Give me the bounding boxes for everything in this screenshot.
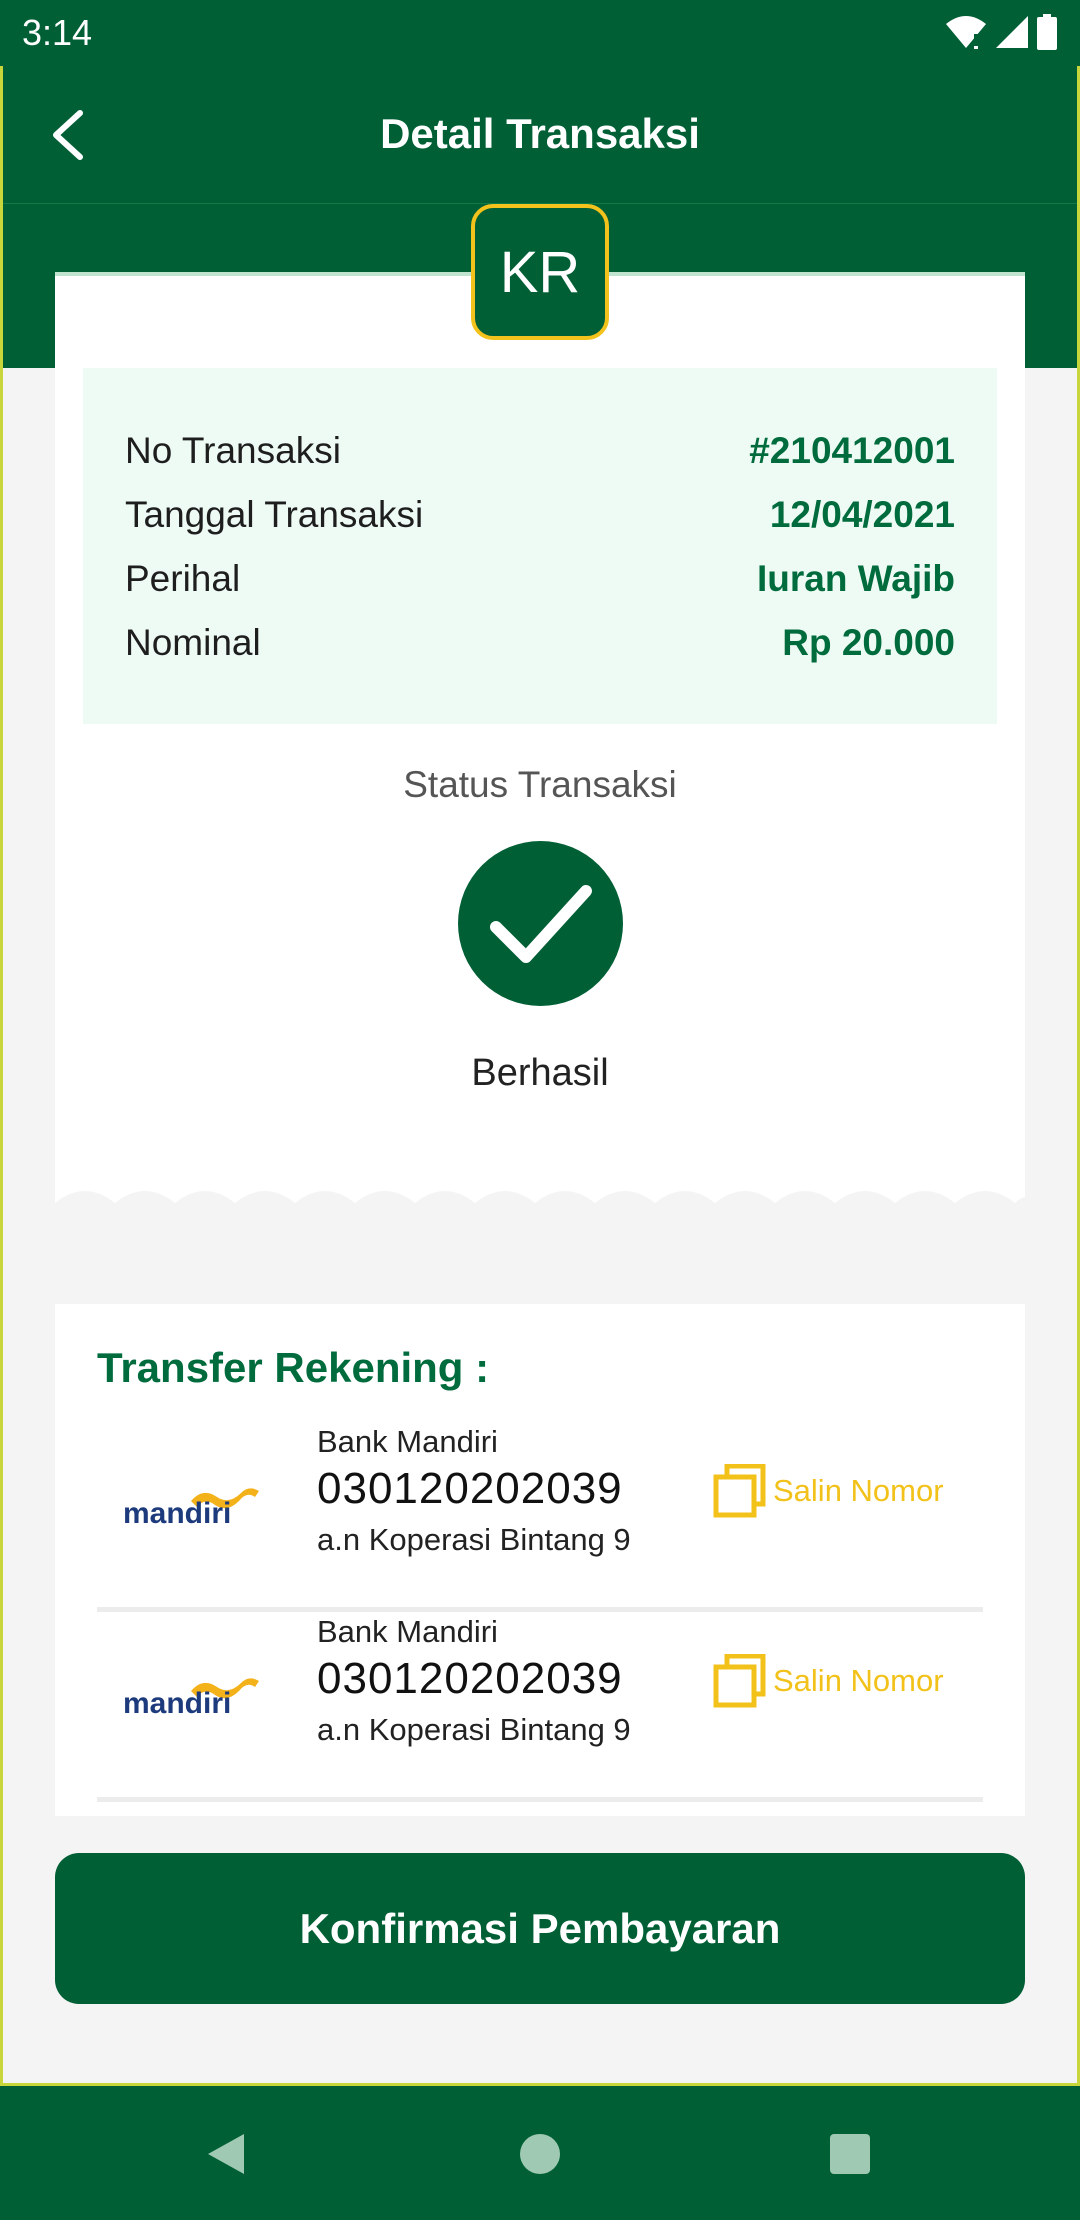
confirm-payment-button[interactable]: Konfirmasi Pembayaran bbox=[55, 1853, 1025, 2004]
nav-back-icon bbox=[208, 2134, 244, 2174]
transfer-section: Transfer Rekening : mandiri Bank Mandiri… bbox=[55, 1304, 1025, 1816]
nav-recents-button[interactable] bbox=[820, 2126, 880, 2182]
row-amount: Nominal Rp 20.000 bbox=[125, 618, 955, 668]
bank-account-item: mandiri Bank Mandiri 030120202039 a.n Ko… bbox=[97, 1424, 983, 1612]
copy-number-label: Salin Nomor bbox=[773, 1663, 944, 1698]
status-success-indicator bbox=[458, 841, 623, 1006]
row-transaction-date: Tanggal Transaksi 12/04/2021 bbox=[125, 490, 955, 540]
page-title: Detail Transaksi bbox=[380, 110, 700, 157]
row-label: Nominal bbox=[125, 622, 261, 663]
bank-name: Bank Mandiri bbox=[317, 1424, 498, 1459]
mandiri-logo: mandiri bbox=[123, 1488, 259, 1530]
status-bar: 3:14 bbox=[0, 0, 1080, 66]
row-label: Perihal bbox=[125, 558, 241, 599]
check-icon bbox=[489, 884, 592, 963]
row-value: Rp 20.000 bbox=[782, 622, 955, 663]
bank-account-item: mandiri Bank Mandiri 030120202039 a.n Ko… bbox=[97, 1614, 983, 1802]
mandiri-logo: mandiri bbox=[123, 1678, 259, 1720]
nav-home-icon bbox=[520, 2134, 560, 2174]
avatar-badge: KR bbox=[471, 204, 609, 340]
nav-recents-icon bbox=[830, 2134, 870, 2174]
nav-home-button[interactable] bbox=[510, 2126, 570, 2182]
row-transaction-number: No Transaksi #210412001 bbox=[125, 426, 955, 476]
nav-back-button[interactable] bbox=[196, 2126, 256, 2182]
copy-icon bbox=[713, 1654, 766, 1708]
row-label: No Transaksi bbox=[125, 430, 341, 471]
app-bar: Detail Transaksi bbox=[0, 66, 1080, 204]
battery-icon bbox=[1037, 14, 1057, 50]
card-scallop-edge bbox=[55, 1191, 1025, 1223]
row-label: Tanggal Transaksi bbox=[125, 494, 424, 535]
copy-icon bbox=[713, 1464, 766, 1518]
status-time: 3:14 bbox=[22, 12, 93, 53]
status-label: Status Transaksi bbox=[403, 764, 677, 805]
account-number: 030120202039 bbox=[317, 1654, 623, 1703]
copy-number-button[interactable]: Salin Nomor bbox=[713, 1654, 944, 1708]
row-value: 12/04/2021 bbox=[769, 494, 955, 535]
copy-number-button[interactable]: Salin Nomor bbox=[713, 1464, 944, 1518]
row-subject: Perihal Iuran Wajib bbox=[125, 554, 955, 604]
transfer-heading: Transfer Rekening : bbox=[97, 1344, 490, 1391]
copy-number-label: Salin Nomor bbox=[773, 1473, 944, 1508]
account-owner: a.n Koperasi Bintang 9 bbox=[317, 1712, 631, 1747]
account-number: 030120202039 bbox=[317, 1464, 623, 1513]
signal-icon bbox=[996, 16, 1028, 48]
transaction-info: No Transaksi #210412001 Tanggal Transaks… bbox=[83, 368, 997, 724]
svg-text:mandiri: mandiri bbox=[123, 1687, 231, 1720]
system-nav-bar bbox=[0, 2086, 1080, 2220]
row-value: Iuran Wajib bbox=[756, 558, 955, 599]
status-icons bbox=[944, 14, 1058, 50]
row-value: #210412001 bbox=[749, 430, 955, 471]
wifi-icon bbox=[946, 16, 986, 49]
status-value: Berhasil bbox=[471, 1052, 609, 1094]
svg-text:mandiri: mandiri bbox=[123, 1497, 231, 1530]
account-owner: a.n Koperasi Bintang 9 bbox=[317, 1522, 631, 1557]
bank-name: Bank Mandiri bbox=[317, 1614, 498, 1649]
